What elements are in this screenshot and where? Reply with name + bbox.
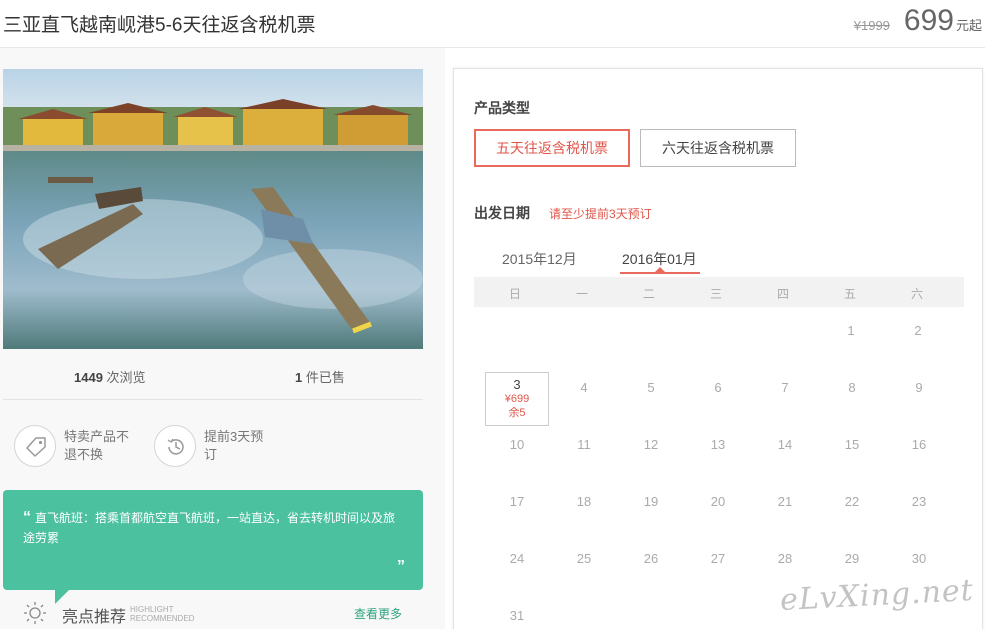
tag-icon xyxy=(14,425,56,467)
calendar-day: 4 xyxy=(580,380,588,395)
calendar-day: 25 xyxy=(576,551,592,566)
calendar-day: 12 xyxy=(643,437,659,452)
calendar-day: 7 xyxy=(781,380,789,395)
month-indicator xyxy=(620,272,700,274)
product-info: 1449 次浏览 1 件已售 特卖产品不退不换 提前3天预订 “直飞航班：搭乘首… xyxy=(0,48,445,629)
booking-hint: 请至少提前3天预订 xyxy=(549,207,652,221)
calendar-day: 22 xyxy=(844,494,860,509)
calendar-day: 11 xyxy=(577,437,591,452)
weekday-fri: 五 xyxy=(843,287,856,301)
departure-date-label: 出发日期 xyxy=(474,205,530,221)
day-stock: 余5 xyxy=(508,407,526,419)
calendar-day: 16 xyxy=(911,437,927,452)
highlight-quote: “直飞航班：搭乘首都航空直飞航班，一站直达，省去转机时间以及旅途劳累 ” xyxy=(3,490,423,604)
views-count: 1449 xyxy=(74,370,103,385)
calendar-day: 26 xyxy=(643,551,659,566)
sold-count: 1 xyxy=(295,370,303,385)
calendar-day: 27 xyxy=(710,551,726,566)
calendar-day: 23 xyxy=(911,494,927,509)
header: 三亚直飞越南岘港5-6天往返含税机票 ¥1999 699 元起 xyxy=(0,0,985,48)
weekday-mon: 一 xyxy=(575,287,588,301)
calendar-day: 1 xyxy=(847,323,855,338)
stats-bar: 1449 次浏览 1 件已售 xyxy=(3,349,423,400)
calendar-day: 6 xyxy=(714,380,722,395)
month-tab-2016-01[interactable]: 2016年01月 xyxy=(622,249,697,269)
calendar-day-selectable[interactable]: 3 ¥699 余5 xyxy=(485,372,549,426)
sold-label: 件已售 xyxy=(305,370,345,385)
calendar-day: 24 xyxy=(509,551,525,566)
current-price: 699 xyxy=(903,4,954,37)
calendar-day: 5 xyxy=(647,380,655,395)
quote-open-mark: “ xyxy=(23,509,31,526)
see-more-link[interactable]: 查看更多 xyxy=(354,605,402,622)
calendar-day: 17 xyxy=(509,494,525,509)
quote-text: 直飞航班：搭乘首都航空直飞航班，一站直达，省去转机时间以及旅途劳累 xyxy=(23,511,396,545)
type-option-5-day[interactable]: 五天往返含税机票 xyxy=(474,129,630,167)
calendar-day: 31 xyxy=(509,608,525,623)
weekday-sun: 日 xyxy=(508,287,521,301)
day-price: ¥699 xyxy=(504,393,530,405)
highlight-title: 亮点推荐 xyxy=(62,609,127,626)
calendar-day: 9 xyxy=(915,380,923,395)
price-box: ¥1999 699 元起 xyxy=(854,4,982,44)
quote-close-mark: ” xyxy=(397,558,405,575)
calendar-day: 2 xyxy=(914,323,922,338)
calendar-day: 21 xyxy=(777,494,793,509)
booking-panel: 产品类型 五天往返含税机票 六天往返含税机票 出发日期 请至少提前3天预订 20… xyxy=(453,68,983,629)
highlight-en-label: HIGHLIGHT RECOMMENDED xyxy=(130,605,195,623)
weekday-wed: 三 xyxy=(709,287,722,301)
feature-text: 特卖产品不退不换 xyxy=(64,429,130,462)
calendar-day: 19 xyxy=(643,494,659,509)
month-tab-2015-12[interactable]: 2015年12月 xyxy=(502,249,577,269)
views-label: 次浏览 xyxy=(106,370,146,385)
weekday-thu: 四 xyxy=(776,287,789,301)
weekday-sat: 六 xyxy=(910,287,923,301)
product-type-label: 产品类型 xyxy=(474,100,530,116)
calendar-day: 15 xyxy=(844,437,860,452)
product-title: 三亚直飞越南岘港5-6天往返含税机票 xyxy=(3,15,316,36)
calendar-day: 13 xyxy=(710,437,726,452)
type-option-6-day[interactable]: 六天往返含税机票 xyxy=(640,129,796,167)
calendar-day: 18 xyxy=(576,494,592,509)
calendar-day: 14 xyxy=(777,437,793,452)
sold-stat: 1 件已售 xyxy=(295,367,345,386)
calendar-day: 20 xyxy=(710,494,726,509)
views-stat: 1449 次浏览 xyxy=(74,367,146,386)
original-price: ¥1999 xyxy=(853,18,890,33)
calendar-day: 8 xyxy=(848,380,856,395)
calendar-day: 10 xyxy=(509,437,525,452)
hero-image xyxy=(3,69,423,349)
clock-icon xyxy=(154,425,196,467)
feature-text: 提前3天预订 xyxy=(204,429,264,462)
highlight-header: 亮点推荐 HIGHLIGHT RECOMMENDED 查看更多 xyxy=(22,600,422,626)
price-unit: 元起 xyxy=(955,18,982,33)
river-boats-photo xyxy=(3,69,423,349)
sun-icon xyxy=(24,602,46,624)
weekday-header: 日 一 二 三 四 五 六 xyxy=(474,277,964,307)
weekday-tue: 二 xyxy=(642,287,655,301)
